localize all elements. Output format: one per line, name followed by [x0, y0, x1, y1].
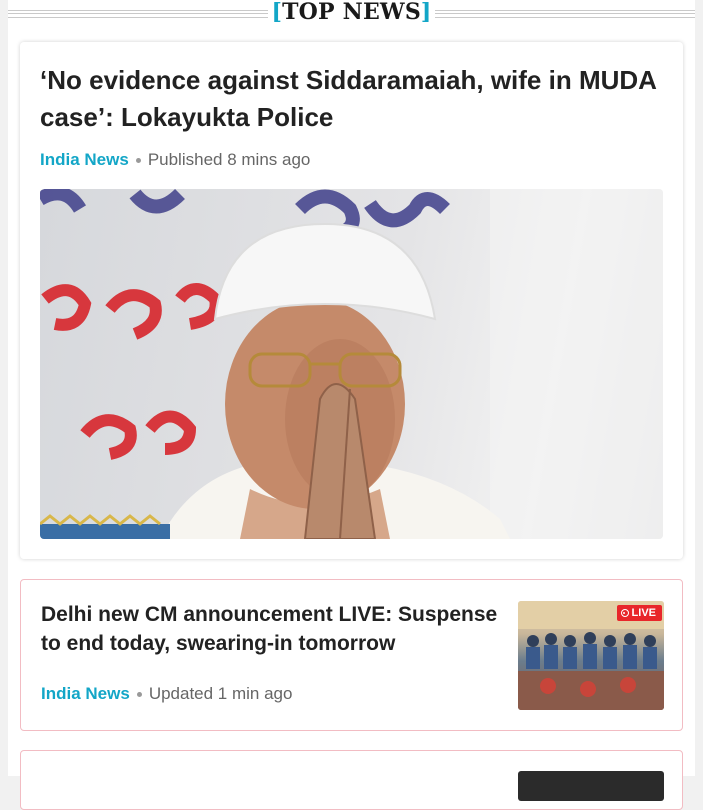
top-story-timestamp: Published 8 mins ago: [147, 150, 311, 169]
top-story-headline[interactable]: ‘No evidence against Siddaramaiah, wife …: [40, 62, 670, 136]
live-badge-label: LIVE: [631, 607, 656, 619]
live-story-category[interactable]: India News: [41, 684, 130, 703]
top-story-image[interactable]: [40, 189, 663, 539]
next-story-card[interactable]: [20, 750, 683, 810]
bracket-open: [: [271, 0, 283, 25]
page: [TOP NEWS] ‘No evidence against Siddaram…: [8, 0, 695, 810]
section-title: [TOP NEWS]: [8, 0, 695, 25]
meta-separator-dot: [136, 692, 142, 698]
live-story-meta: India News Updated 1 min ago: [41, 684, 292, 704]
live-story-card[interactable]: Delhi new CM announcement LIVE: Suspense…: [20, 579, 683, 731]
top-story-meta: India News Published 8 mins ago: [40, 150, 310, 170]
live-story-thumbnail[interactable]: LIVE: [518, 601, 664, 710]
bracket-close: ]: [420, 0, 432, 25]
meta-separator-dot: [135, 158, 141, 164]
live-story-headline[interactable]: Delhi new CM announcement LIVE: Suspense…: [41, 600, 511, 658]
photo-siddaramaiah-icon: [40, 189, 663, 539]
section-title-text: TOP NEWS: [282, 0, 421, 25]
top-story-card[interactable]: ‘No evidence against Siddaramaiah, wife …: [20, 42, 683, 559]
live-badge: LIVE: [616, 605, 662, 621]
live-indicator-icon: [620, 609, 629, 617]
section-header: [TOP NEWS]: [8, 0, 695, 30]
live-story-timestamp: Updated 1 min ago: [148, 684, 293, 703]
top-story-category[interactable]: India News: [40, 150, 129, 169]
